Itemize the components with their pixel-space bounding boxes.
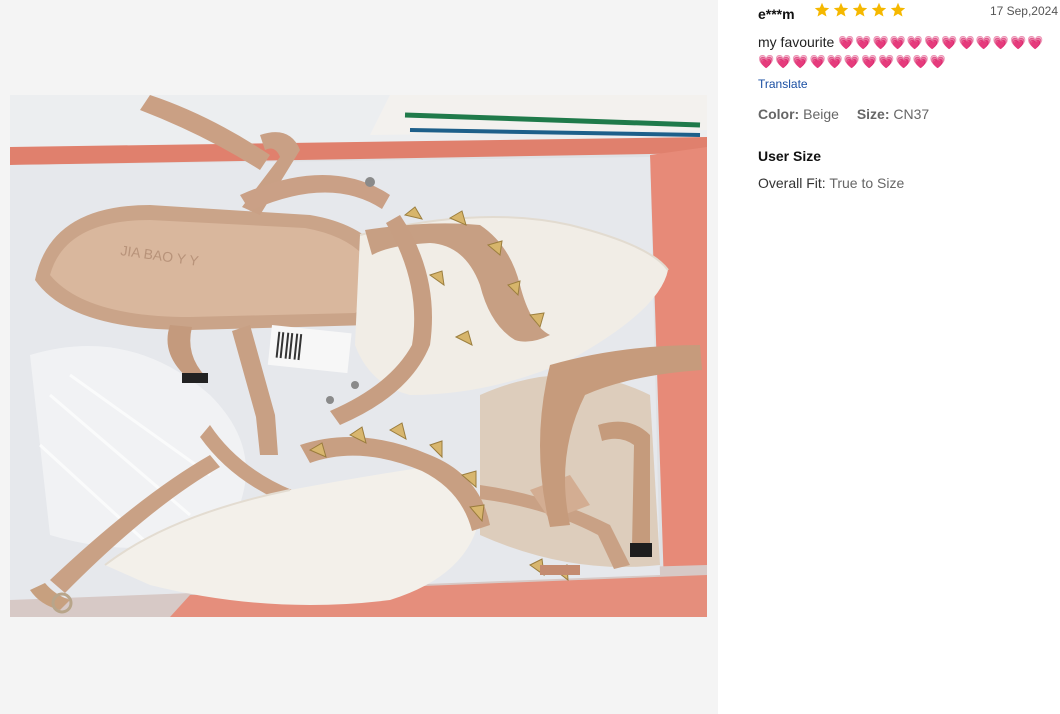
star-icon [814, 2, 830, 17]
review-page: JIA BAO Y Y e***m 17 Sep,2024 my favouri… [0, 0, 1060, 714]
review-details: e***m 17 Sep,2024 my favourite 💗💗💗💗💗💗💗💗💗… [758, 0, 1058, 714]
review-date: 17 Sep,2024 [989, 4, 1058, 18]
star-rating [814, 2, 906, 22]
size-label: Size: [856, 106, 890, 122]
star-icon [852, 2, 868, 17]
reviewer-name: e***m [758, 6, 795, 22]
review-text: my favourite [758, 34, 835, 50]
review-photo[interactable]: JIA BAO Y Y [10, 95, 707, 617]
star-icon [890, 2, 906, 17]
review-header: e***m 17 Sep,2024 [758, 2, 1058, 24]
review-photo-panel: JIA BAO Y Y [0, 0, 718, 714]
color-attribute: Color: Beige [758, 106, 839, 122]
star-icon [871, 2, 887, 17]
shoe-photo-image: JIA BAO Y Y [10, 95, 707, 617]
size-attribute: Size: CN37 [857, 106, 929, 122]
color-label: Color: [758, 106, 800, 122]
review-body: my favourite 💗💗💗💗💗💗💗💗💗💗💗💗💗💗💗💗💗💗💗💗💗💗💗 [758, 33, 1054, 71]
star-icon [833, 2, 849, 17]
translate-link[interactable]: Translate [758, 77, 808, 91]
size-value: CN37 [893, 106, 930, 122]
purchase-attributes: Color: Beige Size: CN37 [758, 106, 943, 122]
fit-value: True to Size [829, 175, 905, 191]
fit-label: Overall Fit: [758, 175, 826, 191]
color-value: Beige [803, 106, 839, 122]
user-size-heading: User Size [758, 148, 822, 164]
overall-fit: Overall Fit: True to Size [758, 175, 904, 191]
